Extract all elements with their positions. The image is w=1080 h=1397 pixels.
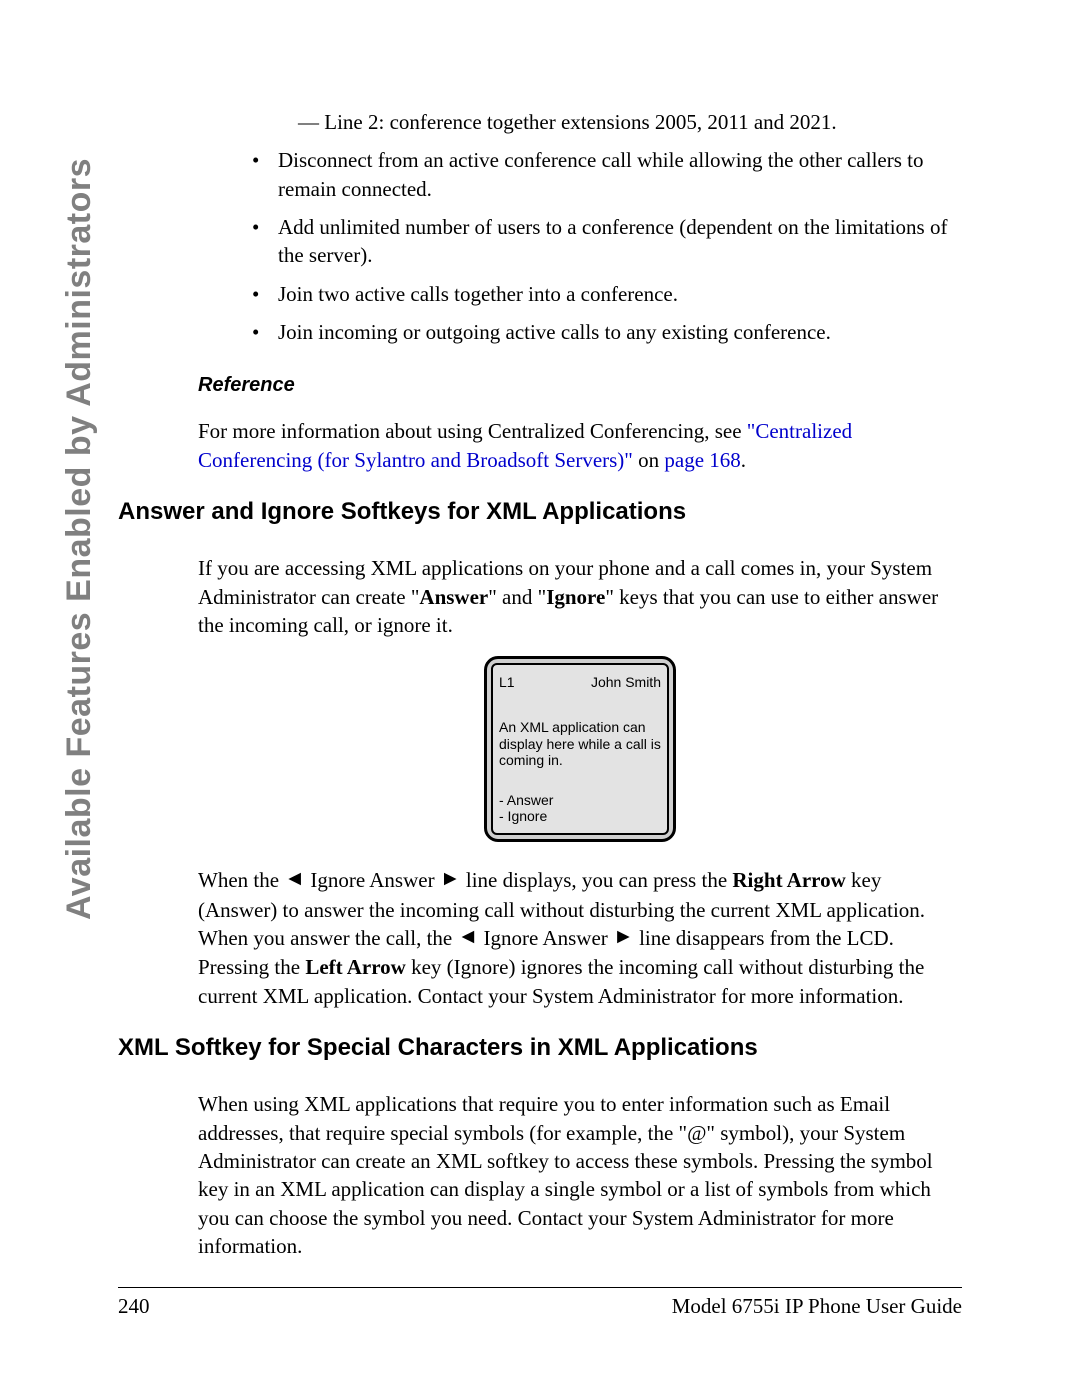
- text-bold: Right Arrow: [732, 868, 845, 892]
- text: Ignore Answer: [478, 926, 613, 950]
- text: Ignore Answer: [305, 868, 440, 892]
- document-title: Model 6755i IP Phone User Guide: [672, 1294, 962, 1319]
- line-indicator: L1: [499, 673, 515, 692]
- page-link[interactable]: page 168: [664, 448, 740, 472]
- sub-list: Line 2: conference together extensions 2…: [298, 108, 962, 136]
- caller-name: John Smith: [591, 673, 661, 692]
- page-footer: 240 Model 6755i IP Phone User Guide: [118, 1287, 962, 1319]
- list-item: Line 2: conference together extensions 2…: [298, 108, 962, 136]
- text: on: [633, 448, 665, 472]
- right-arrow-icon: ►: [440, 865, 461, 893]
- feature-list: Disconnect from an active conference cal…: [252, 146, 962, 346]
- page-body: Line 2: conference together extensions 2…: [198, 108, 962, 1260]
- softkey-ignore: - Ignore: [499, 808, 661, 825]
- paragraph: When the ◄ Ignore Answer ► line displays…: [198, 866, 962, 1010]
- right-arrow-icon: ►: [613, 923, 634, 951]
- section-heading: Answer and Ignore Softkeys for XML Appli…: [118, 496, 962, 528]
- phone-screen: L1 John Smith An XML application can dis…: [491, 663, 669, 836]
- screen-message: An XML application can display here whil…: [499, 719, 661, 767]
- reference-heading: Reference: [198, 372, 962, 399]
- reference-paragraph: For more information about using Central…: [198, 417, 962, 474]
- text: " and ": [488, 585, 546, 609]
- text: line displays, you can press the: [461, 868, 733, 892]
- left-arrow-icon: ◄: [284, 865, 305, 893]
- screen-header: L1 John Smith: [499, 673, 661, 692]
- text-bold: Left Arrow: [305, 955, 406, 979]
- left-arrow-icon: ◄: [458, 923, 479, 951]
- section-heading: XML Softkey for Special Characters in XM…: [118, 1032, 962, 1064]
- list-item: Disconnect from an active conference cal…: [252, 146, 962, 203]
- phone-illustration: L1 John Smith An XML application can dis…: [198, 656, 962, 843]
- text: For more information about using Central…: [198, 419, 747, 443]
- phone-bezel: L1 John Smith An XML application can dis…: [484, 656, 676, 843]
- list-item: Add unlimited number of users to a confe…: [252, 213, 962, 270]
- footer-rule: [118, 1287, 962, 1288]
- list-item: Join two active calls together into a co…: [252, 280, 962, 308]
- document-page: Available Features Enabled by Administra…: [0, 0, 1080, 1397]
- screen-options: - Answer - Ignore: [499, 792, 661, 826]
- section-sidebar-label: Available Features Enabled by Administra…: [60, 158, 99, 920]
- paragraph: If you are accessing XML applications on…: [198, 554, 962, 639]
- text: .: [741, 448, 746, 472]
- softkey-answer: - Answer: [499, 792, 661, 809]
- page-number: 240: [118, 1294, 150, 1319]
- text-bold: Ignore: [546, 585, 605, 609]
- text-bold: Answer: [419, 585, 488, 609]
- list-item: Join incoming or outgoing active calls t…: [252, 318, 962, 346]
- paragraph: When using XML applications that require…: [198, 1090, 962, 1260]
- text: When the: [198, 868, 284, 892]
